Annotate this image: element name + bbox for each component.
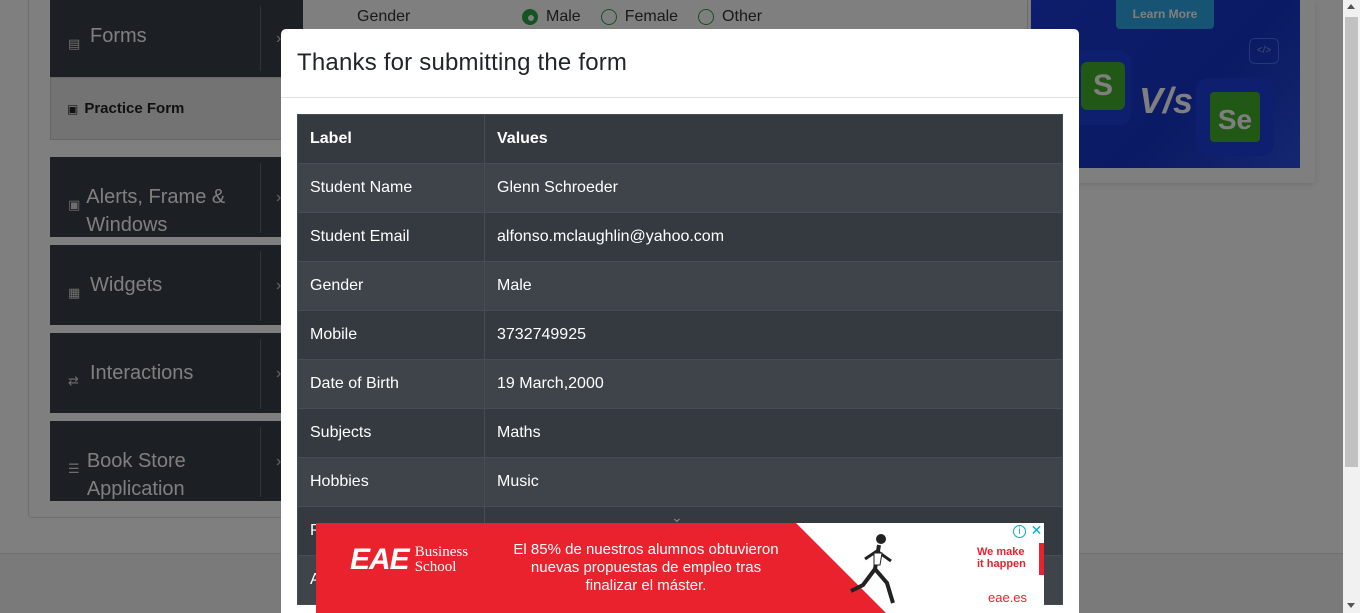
ad-close-icon[interactable]: ✕ [1029, 523, 1044, 538]
eae-logo: EAE Business School [350, 543, 468, 577]
slogan-line-1: We make [977, 546, 1025, 558]
scroll-up-icon[interactable] [1347, 4, 1355, 9]
row-value: Male [484, 261, 1063, 311]
row-value: 3732749925 [484, 310, 1063, 360]
ad-accent-bar [1039, 543, 1044, 575]
modal-title: Thanks for submitting the form [297, 49, 628, 76]
row-label: Student Email [297, 212, 485, 262]
runner-image [850, 534, 895, 604]
table-row: Subjects Maths [297, 408, 1063, 458]
row-label: Student Name [297, 163, 485, 213]
bottom-ad-banner[interactable]: EAE Business School El 85% de nuestros a… [316, 523, 1044, 613]
slogan-line-2: it happen [977, 558, 1026, 570]
row-value: Music [484, 457, 1063, 507]
brand-line-1: Business [414, 544, 469, 560]
row-value: alfonso.mclaughlin@yahoo.com [484, 212, 1063, 262]
modal-header: Thanks for submitting the form [281, 29, 1079, 98]
table-row: Hobbies Music [297, 457, 1063, 507]
row-value: 19 March,2000 [484, 359, 1063, 409]
ad-info-icon[interactable]: i [1013, 525, 1026, 538]
row-value: Glenn Schroeder [484, 163, 1063, 213]
ad-message: El 85% de nuestros alumnos obtuvieron nu… [513, 541, 779, 594]
row-label: Mobile [297, 310, 485, 360]
ad-slogan: We make it happen [977, 546, 1026, 570]
ad-url-link[interactable]: eae.es [988, 590, 1027, 605]
column-header-values: Values [484, 114, 1063, 164]
scroll-down-icon[interactable] [1347, 603, 1355, 608]
table-header-row: Label Values [297, 114, 1063, 164]
table-row: Mobile 3732749925 [297, 310, 1063, 360]
scrollbar-thumb[interactable] [1345, 17, 1358, 467]
table-row: Student Email alfonso.mclaughlin@yahoo.c… [297, 212, 1063, 262]
row-label: Date of Birth [297, 359, 485, 409]
row-label: Hobbies [297, 457, 485, 507]
column-header-label: Label [297, 114, 485, 164]
brand-sub: Business School [415, 545, 468, 575]
row-value: Maths [484, 408, 1063, 458]
brand-line-2: School [414, 559, 457, 575]
row-label: Subjects [297, 408, 485, 458]
table-row: Gender Male [297, 261, 1063, 311]
table-row: Date of Birth 19 March,2000 [297, 359, 1063, 409]
brand-main: EAE [350, 543, 410, 576]
table-row: Student Name Glenn Schroeder [297, 163, 1063, 213]
row-label: Gender [297, 261, 485, 311]
